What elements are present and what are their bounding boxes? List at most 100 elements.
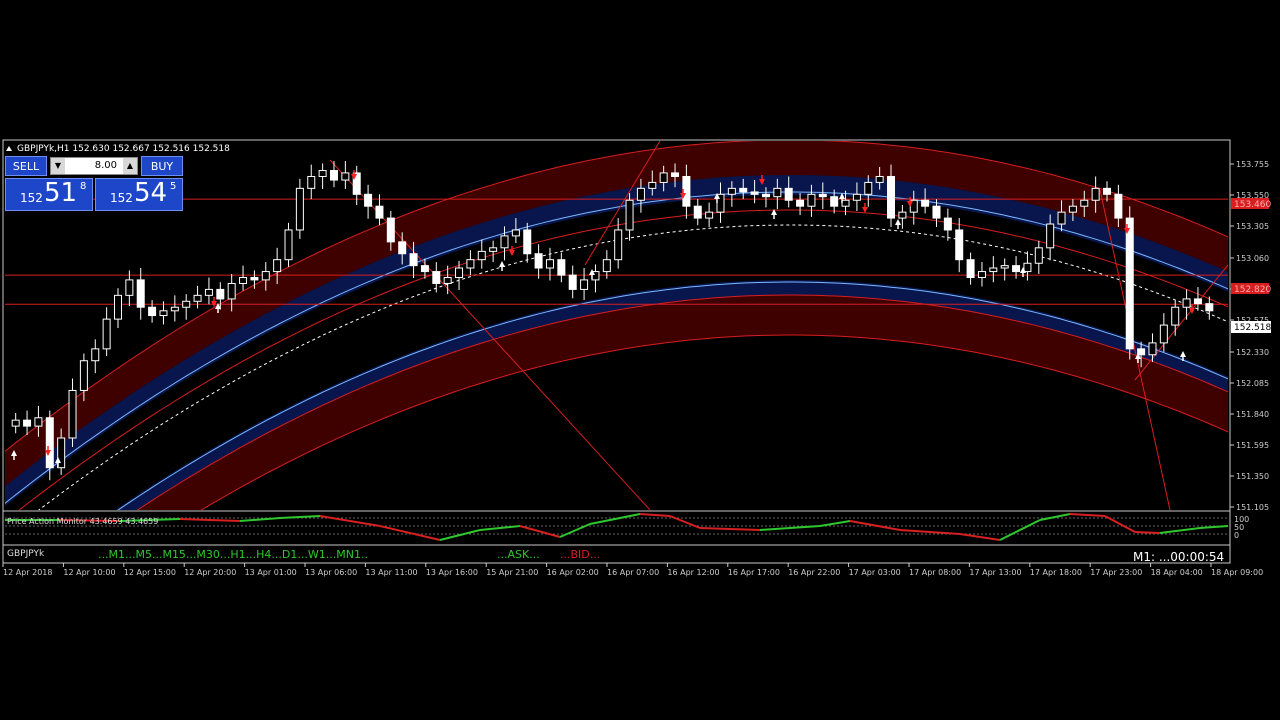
indicator-segment bbox=[1134, 531, 1161, 534]
buy-price-fraction: 5 bbox=[170, 181, 177, 192]
candle-body bbox=[614, 229, 623, 261]
sell-price-fraction: 8 bbox=[80, 181, 87, 192]
current-price-label: 152.518 bbox=[1234, 323, 1271, 333]
candle-body bbox=[307, 175, 316, 189]
candle-body bbox=[1114, 193, 1123, 219]
candle-body bbox=[1205, 303, 1214, 312]
price-tick-label: 152.085 bbox=[1236, 379, 1269, 388]
buy-button[interactable]: BUY bbox=[141, 156, 183, 176]
candle-body bbox=[45, 417, 54, 469]
candle-timer: M1: ...00:00:54 bbox=[1133, 550, 1224, 564]
candle-body bbox=[1159, 324, 1168, 344]
price-tick-label: 153.305 bbox=[1236, 222, 1269, 231]
candle-body bbox=[182, 300, 191, 308]
candle-body bbox=[841, 199, 850, 207]
time-tick-label: 13 Apr 06:00 bbox=[305, 568, 357, 577]
sell-price-quote[interactable]: 152 51 8 bbox=[5, 178, 93, 211]
time-tick-label: 16 Apr 22:00 bbox=[788, 568, 840, 577]
candle-body bbox=[420, 265, 429, 273]
time-tick-label: 17 Apr 03:00 bbox=[849, 568, 901, 577]
candle-body bbox=[761, 193, 770, 198]
one-click-trading-panel: SELL ▼ 8.00 ▲ BUY 152 51 8 152 54 5 bbox=[5, 156, 183, 211]
candle-body bbox=[68, 389, 77, 439]
candle-body bbox=[1171, 306, 1180, 326]
candle-body bbox=[784, 187, 793, 201]
candle-body bbox=[273, 259, 282, 273]
lot-increase-button[interactable]: ▲ bbox=[123, 158, 137, 174]
candle-body bbox=[682, 175, 691, 207]
time-tick-label: 17 Apr 13:00 bbox=[969, 568, 1021, 577]
sell-button[interactable]: SELL bbox=[5, 156, 47, 176]
sell-price-prefix: 152 bbox=[20, 191, 43, 205]
candle-body bbox=[932, 205, 941, 219]
candle-body bbox=[625, 199, 634, 231]
time-tick-label: 15 Apr 21:00 bbox=[486, 568, 538, 577]
candle-body bbox=[500, 235, 509, 249]
candle-body bbox=[943, 217, 952, 231]
candle-body bbox=[261, 271, 270, 281]
candle-body bbox=[284, 229, 293, 261]
candle-body bbox=[1057, 211, 1066, 225]
symbol-label: GBPJPYk bbox=[7, 549, 45, 559]
time-tick-label: 12 Apr 15:00 bbox=[124, 568, 176, 577]
candle-body bbox=[489, 247, 498, 252]
candle-body bbox=[204, 288, 213, 296]
candle-body bbox=[250, 277, 259, 281]
candle-body bbox=[557, 259, 566, 276]
candle-body bbox=[318, 170, 327, 177]
buy-price-quote[interactable]: 152 54 5 bbox=[95, 178, 183, 211]
candle-body bbox=[1046, 223, 1055, 249]
candle-body bbox=[443, 277, 452, 284]
candle-body bbox=[79, 360, 88, 391]
candle-body bbox=[989, 267, 998, 273]
candle-body bbox=[193, 294, 202, 302]
candle-body bbox=[102, 318, 111, 350]
candle-body bbox=[898, 211, 907, 219]
candle-body bbox=[727, 187, 736, 195]
candle-body bbox=[580, 279, 589, 290]
candle-body bbox=[511, 229, 520, 237]
candle-body bbox=[875, 175, 884, 183]
chart-header: GBPJPYk,H1 152.630 152.667 152.516 152.5… bbox=[17, 144, 230, 154]
candle-body bbox=[1012, 265, 1021, 273]
candle-body bbox=[636, 187, 645, 201]
candle-body bbox=[955, 229, 964, 261]
time-tick-label: 16 Apr 07:00 bbox=[607, 568, 659, 577]
ask-label: ...ASK... bbox=[497, 548, 540, 561]
price-tick-label: 153.060 bbox=[1236, 254, 1269, 263]
candle-body bbox=[830, 196, 839, 207]
candle-body bbox=[1068, 205, 1077, 213]
candle-body bbox=[125, 279, 134, 296]
candle-body bbox=[295, 187, 304, 231]
lot-decrease-button[interactable]: ▼ bbox=[51, 158, 65, 174]
candle-body bbox=[705, 211, 714, 219]
candle-body bbox=[1000, 265, 1009, 269]
candle-body bbox=[386, 217, 395, 243]
candle-body bbox=[864, 181, 873, 195]
time-tick-label: 17 Apr 08:00 bbox=[909, 568, 961, 577]
candle-body bbox=[750, 191, 759, 195]
candle-body bbox=[966, 259, 975, 279]
price-tick-label: 151.840 bbox=[1236, 410, 1269, 419]
candle-body bbox=[1023, 262, 1032, 273]
candle-body bbox=[1103, 187, 1112, 195]
candle-body bbox=[466, 259, 475, 269]
candle-body bbox=[1193, 298, 1202, 305]
price-tick-label: 152.330 bbox=[1236, 348, 1269, 357]
price-chart[interactable]: 153.755153.550153.305153.060152.820152.5… bbox=[0, 0, 1280, 720]
candle-body bbox=[523, 229, 532, 255]
lot-size-value[interactable]: 8.00 bbox=[67, 158, 121, 174]
candle-body bbox=[807, 193, 816, 207]
candle-body bbox=[773, 187, 782, 198]
candle-body bbox=[375, 205, 384, 219]
price-tick-label: 153.755 bbox=[1236, 160, 1269, 169]
candle-body bbox=[227, 282, 236, 300]
candle-body bbox=[455, 267, 464, 279]
candle-body bbox=[796, 199, 805, 207]
candle-body bbox=[239, 277, 248, 284]
timeframe-strip[interactable]: ...M1...M5...M15...M30...H1...H4...D1...… bbox=[98, 548, 368, 561]
lot-size-field[interactable]: ▼ 8.00 ▲ bbox=[50, 157, 138, 175]
candle-body bbox=[648, 181, 657, 189]
candle-body bbox=[364, 193, 373, 207]
candle-body bbox=[1125, 217, 1134, 350]
